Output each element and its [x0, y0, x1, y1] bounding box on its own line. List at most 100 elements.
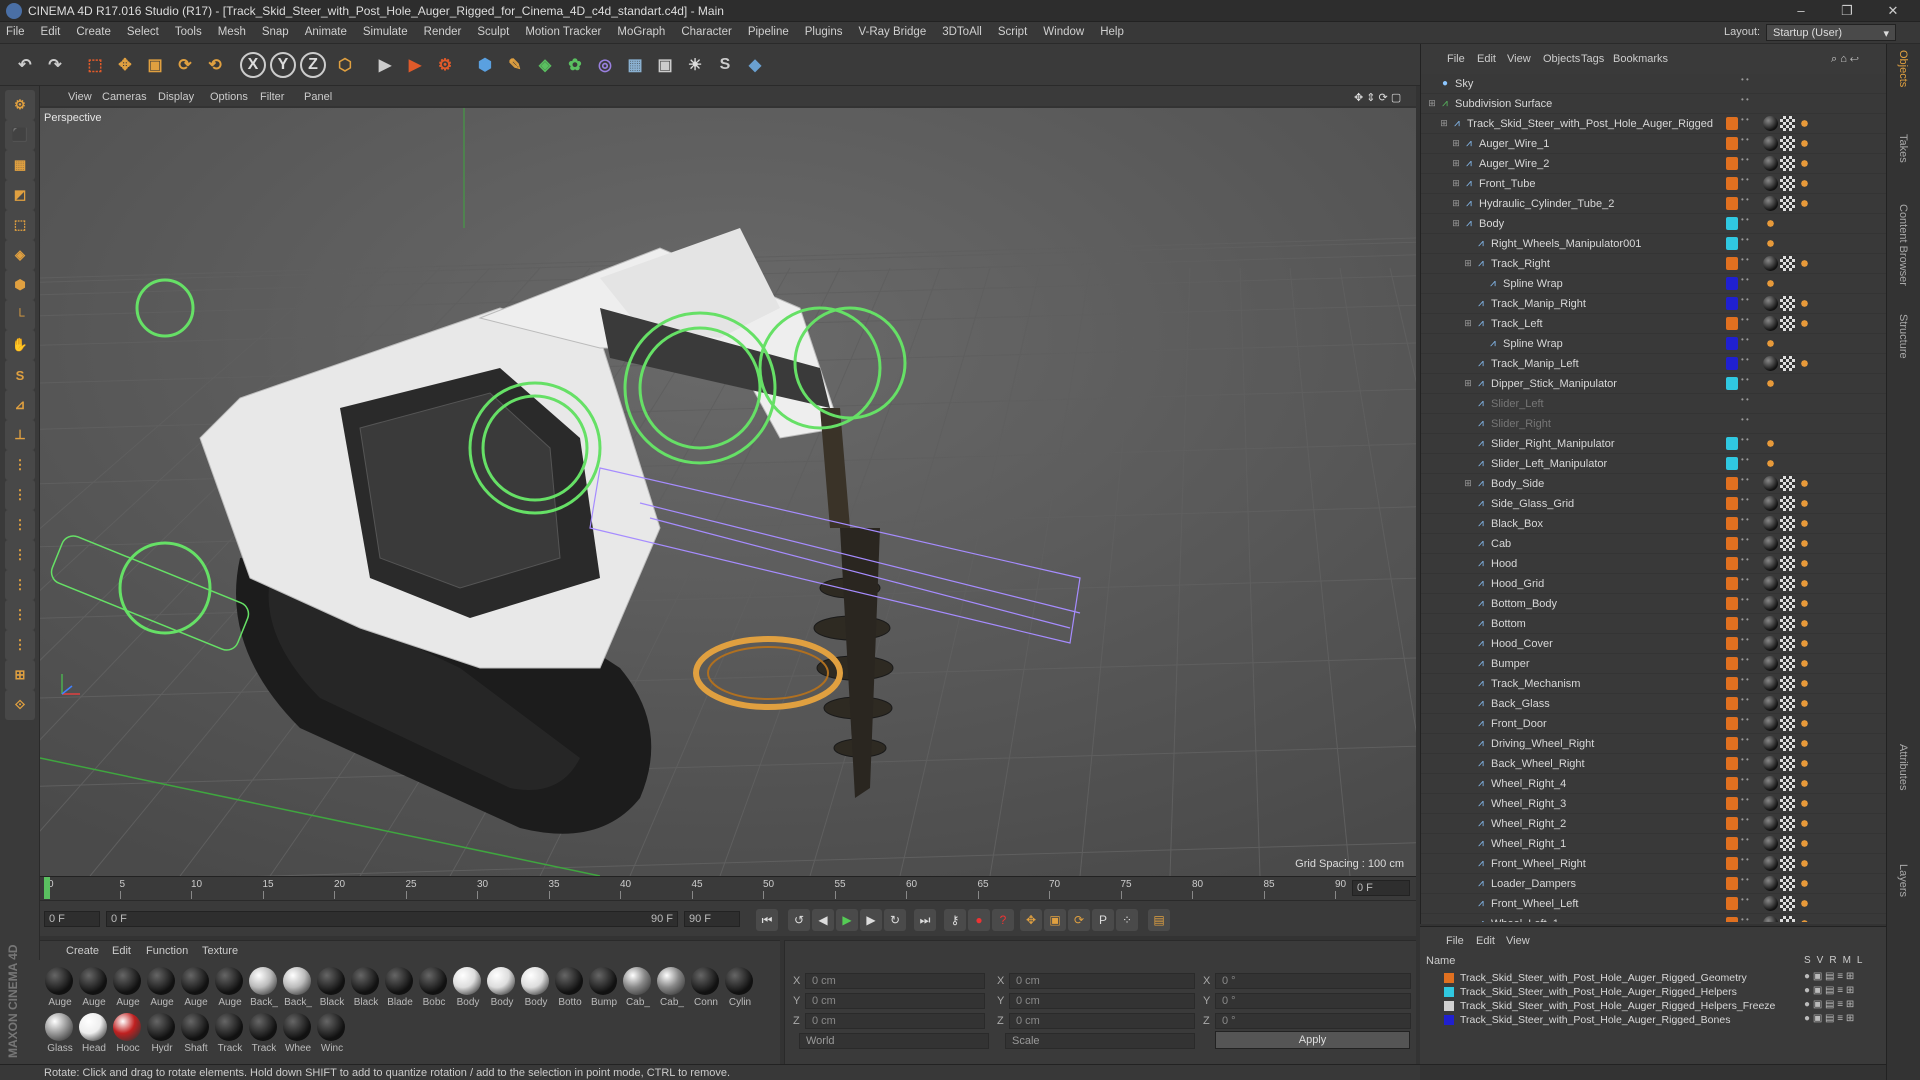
- tweak-mode-icon[interactable]: ✋: [5, 330, 35, 360]
- object-row[interactable]: ⩘ Wheel_Left_1 • •: [1421, 914, 1887, 922]
- object-row[interactable]: ⩘ Track_Manip_Left • •: [1421, 354, 1887, 374]
- layer-color-chip[interactable]: [1726, 797, 1738, 810]
- expand-toggle-icon[interactable]: ⊞: [1451, 138, 1461, 148]
- object-row[interactable]: ⊞ ⩘ Auger_Wire_2 • •: [1421, 154, 1887, 174]
- layer-color-chip[interactable]: [1726, 577, 1738, 590]
- uvw-tag-icon[interactable]: [1780, 716, 1795, 731]
- expand-toggle-icon[interactable]: ⊞: [1463, 378, 1473, 388]
- xpresso-tag-icon[interactable]: [1797, 316, 1812, 331]
- layer-color-chip[interactable]: [1726, 337, 1738, 350]
- object-row[interactable]: ⩘ Slider_Right • •: [1421, 414, 1887, 434]
- object-row[interactable]: ⩘ Hood • •: [1421, 554, 1887, 574]
- material-swatch[interactable]: Auge: [78, 967, 108, 1009]
- object-row[interactable]: ⩘ Track_Manip_Right • •: [1421, 294, 1887, 314]
- object-row[interactable]: ⩘ Right_Wheels_Manipulator001 • •: [1421, 234, 1887, 254]
- viewport-perspective[interactable]: Perspective Grid Spacing : 100 cm: [40, 108, 1416, 876]
- xpresso-tag-icon[interactable]: [1763, 376, 1778, 391]
- world-coords-icon[interactable]: ⬡: [330, 50, 360, 80]
- object-row[interactable]: ⩘ Spline Wrap • •: [1421, 334, 1887, 354]
- pos-z-field[interactable]: 0 cm: [805, 1013, 985, 1029]
- python-icon[interactable]: ⟐: [5, 690, 35, 720]
- object-row[interactable]: ⩘ Cab • •: [1421, 534, 1887, 554]
- object-row[interactable]: ⊞ ⩘ Track_Right • •: [1421, 254, 1887, 274]
- sculpt-icon[interactable]: ⋮: [5, 570, 35, 600]
- menu-pipeline[interactable]: Pipeline: [748, 26, 789, 38]
- object-row[interactable]: ⊞ ⩘ Hydraulic_Cylinder_Tube_2 • •: [1421, 194, 1887, 214]
- model-mode-icon[interactable]: ⬛: [5, 120, 35, 150]
- layer-color-chip[interactable]: [1726, 657, 1738, 670]
- xpresso-tag-icon[interactable]: [1797, 256, 1812, 271]
- object-row[interactable]: ⩘ Loader_Dampers • •: [1421, 874, 1887, 894]
- texture-tag-icon[interactable]: [1763, 156, 1778, 171]
- layer-flags[interactable]: ● ▣ ▤ ≡ ⊞: [1804, 985, 1854, 996]
- pen-icon[interactable]: ✎: [500, 50, 530, 80]
- uvw-tag-icon[interactable]: [1780, 496, 1795, 511]
- texture-tag-icon[interactable]: [1763, 856, 1778, 871]
- object-row[interactable]: ⩘ Slider_Left_Manipulator • •: [1421, 454, 1887, 474]
- layer-flags[interactable]: ● ▣ ▤ ≡ ⊞: [1804, 1013, 1854, 1024]
- texture-tag-icon[interactable]: [1763, 256, 1778, 271]
- rotate-icon[interactable]: ⟳: [170, 50, 200, 80]
- uvw-tag-icon[interactable]: [1780, 296, 1795, 311]
- object-row[interactable]: ⊞ ⩘ Auger_Wire_1 • •: [1421, 134, 1887, 154]
- coord-mode-select[interactable]: World: [799, 1033, 989, 1049]
- layer-color-chip[interactable]: [1726, 537, 1738, 550]
- viewport-menu-view[interactable]: View: [68, 91, 92, 103]
- material-swatch[interactable]: Cab_: [656, 967, 686, 1009]
- material-swatch[interactable]: Track: [214, 1013, 244, 1055]
- x-axis-icon[interactable]: X: [240, 52, 266, 78]
- layer-menu-view[interactable]: View: [1506, 935, 1530, 947]
- material-swatch[interactable]: Black: [316, 967, 346, 1009]
- object-menu-tags[interactable]: Tags: [1581, 53, 1604, 65]
- menu-edit[interactable]: Edit: [41, 26, 61, 38]
- layer-row[interactable]: Track_Skid_Steer_with_Post_Hole_Auger_Ri…: [1420, 971, 1886, 985]
- menu-sculpt[interactable]: Sculpt: [477, 26, 509, 38]
- layer-color-chip[interactable]: [1726, 837, 1738, 850]
- xpresso-tag-icon[interactable]: [1797, 756, 1812, 771]
- points-mode-icon[interactable]: ⬚: [5, 210, 35, 240]
- next-key-button[interactable]: ↻: [884, 909, 906, 931]
- timeline-ruler[interactable]: 0 5 10 15 20 25 30 35 40 45 50 55 60 65 70 75 80 85 90 0 F: [40, 876, 1416, 900]
- visibility-dots[interactable]: • •: [1741, 756, 1749, 764]
- timeline-window-icon[interactable]: ▤: [1148, 909, 1170, 931]
- side-tab-content-browser[interactable]: Content Browser: [1897, 204, 1909, 286]
- texture-tag-icon[interactable]: [1763, 876, 1778, 891]
- object-row[interactable]: ⩘ Wheel_Right_3 • •: [1421, 794, 1887, 814]
- texture-tag-icon[interactable]: [1763, 176, 1778, 191]
- xpresso-tag-icon[interactable]: [1797, 116, 1812, 131]
- undo-icon[interactable]: ↶: [10, 50, 40, 80]
- visibility-dots[interactable]: • •: [1741, 816, 1749, 824]
- xpresso-tag-icon[interactable]: [1797, 536, 1812, 551]
- stamp-icon[interactable]: ⋮: [5, 630, 35, 660]
- material-swatch[interactable]: Auge: [180, 967, 210, 1009]
- xpresso-tag-icon[interactable]: [1797, 776, 1812, 791]
- object-row[interactable]: ⊞ ⩘ Body • •: [1421, 214, 1887, 234]
- current-frame-field[interactable]: 0 F: [1352, 880, 1410, 896]
- uvw-tag-icon[interactable]: [1780, 616, 1795, 631]
- material-swatch[interactable]: Bobc: [418, 967, 448, 1009]
- menu-3dtoall[interactable]: 3DToAll: [942, 26, 982, 38]
- rotate-key-icon[interactable]: ⟳: [1068, 909, 1090, 931]
- xpresso-tag-icon[interactable]: [1797, 676, 1812, 691]
- uvw-tag-icon[interactable]: [1780, 796, 1795, 811]
- expand-toggle-icon[interactable]: ⊞: [1451, 178, 1461, 188]
- lock-icon[interactable]: ⊞: [5, 660, 35, 690]
- uvw-tag-icon[interactable]: [1780, 536, 1795, 551]
- texture-tag-icon[interactable]: [1763, 296, 1778, 311]
- xpresso-tag-icon[interactable]: [1797, 716, 1812, 731]
- menu-animate[interactable]: Animate: [305, 26, 347, 38]
- material-swatch[interactable]: Track: [248, 1013, 278, 1055]
- workplane-icon[interactable]: ◩: [5, 180, 35, 210]
- xpresso-tag-icon[interactable]: [1797, 636, 1812, 651]
- visibility-dots[interactable]: • •: [1741, 676, 1749, 684]
- object-row[interactable]: ⩘ Bottom_Body • •: [1421, 594, 1887, 614]
- go-to-end-button[interactable]: ⏭: [914, 909, 936, 931]
- visibility-dots[interactable]: • •: [1741, 496, 1749, 504]
- layer-row[interactable]: Track_Skid_Steer_with_Post_Hole_Auger_Ri…: [1420, 1013, 1886, 1027]
- horizontal-scrollbar[interactable]: [1420, 1064, 1886, 1080]
- paint-icon[interactable]: ⋮: [5, 600, 35, 630]
- material-swatch[interactable]: Winc: [316, 1013, 346, 1055]
- uvw-tag-icon[interactable]: [1780, 476, 1795, 491]
- layer-color-chip[interactable]: [1726, 257, 1738, 270]
- visibility-dots[interactable]: • •: [1741, 556, 1749, 564]
